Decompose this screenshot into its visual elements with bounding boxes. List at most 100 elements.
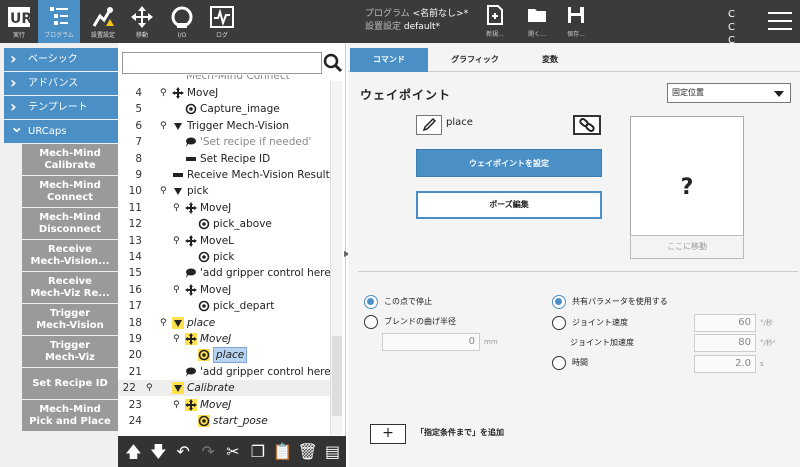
log-tab-button[interactable]: ログ: [204, 0, 240, 43]
sidebar-item-urcap[interactable]: Receive Mech-Vision...: [22, 240, 118, 271]
time-radio[interactable]: [552, 356, 566, 370]
joint-speed-radio[interactable]: [552, 316, 566, 330]
edit-pose-button[interactable]: ポーズ編集: [416, 191, 602, 219]
program-tab-button[interactable]: プログラム: [38, 0, 80, 43]
tree-row[interactable]: 14 pick: [118, 249, 330, 265]
installation-tab-button[interactable]: 設置設定: [84, 0, 122, 43]
run-tab-label: 実行: [12, 32, 25, 39]
sidebar-item-urcap[interactable]: Receive Mech-Viz Re...: [22, 272, 118, 303]
edit-name-button[interactable]: [416, 115, 442, 135]
command-panel: コマンド グラフィック 変数 ウェイポイント 固定位置 place ウェイポイン…: [348, 43, 800, 467]
pin-icon[interactable]: ⚲: [173, 397, 180, 413]
sidebar-item-urcap[interactable]: Mech-Mind Connect: [22, 176, 118, 207]
pin-icon[interactable]: ⚲: [173, 233, 180, 249]
move-down-icon[interactable]: 🡇: [147, 441, 170, 463]
save-file-button[interactable]: 保存...: [560, 4, 592, 38]
blend-radius-radio[interactable]: [364, 315, 378, 329]
tab-graphics[interactable]: グラフィック: [428, 48, 522, 72]
waypoint-icon-yellow: [198, 415, 210, 432]
sidebar-section-basic[interactable]: ベーシック: [4, 47, 118, 71]
tree-scroll-thumb[interactable]: [332, 336, 342, 416]
joint-accel-input[interactable]: 80: [694, 334, 756, 352]
tab-variables[interactable]: 変数: [522, 48, 578, 72]
tab-command[interactable]: コマンド: [350, 48, 428, 72]
tree-row[interactable]: 19 ⚲ MoveJ: [118, 331, 330, 347]
tree-row[interactable]: 10 ⚲ pick: [118, 183, 330, 199]
tree-row[interactable]: 16 ⚲ MoveJ: [118, 282, 330, 298]
tree-row[interactable]: 21 'add gripper control here': [118, 364, 330, 380]
paste-icon[interactable]: 📋: [271, 441, 294, 463]
stop-here-radio[interactable]: [364, 295, 378, 309]
sidebar-item-urcap[interactable]: Mech-Mind Disconnect: [22, 208, 118, 239]
tree-line-number: 21: [128, 365, 142, 378]
pin-icon[interactable]: ⚲: [160, 118, 167, 134]
tree-row[interactable]: 8 Set Recipe ID: [118, 151, 330, 167]
time-label: 時間: [572, 358, 588, 367]
sidebar-item-label: Mech-Vision: [36, 319, 104, 331]
link-button[interactable]: [573, 115, 601, 135]
search-icon[interactable]: [323, 52, 343, 74]
sidebar-section-urcaps[interactable]: URCaps: [4, 115, 118, 143]
save-file-label: 保存...: [567, 31, 585, 38]
sidebar-item-urcap[interactable]: Mech-Mind Pick and Place: [22, 400, 118, 431]
tree-row[interactable]: 7 'Set recipe if needed': [118, 134, 330, 150]
tree-row[interactable]: 4 ⚲ MoveJ: [118, 85, 330, 101]
move-tab-button[interactable]: 移動: [124, 0, 160, 43]
new-file-button[interactable]: 新規...: [479, 4, 511, 38]
run-tab-button[interactable]: UR 実行: [0, 0, 38, 43]
tree-row[interactable]: 6 ⚲ Trigger Mech-Vision: [118, 118, 330, 134]
joint-speed-unit: °/秒: [760, 319, 773, 327]
joint-accel-label: ジョイント加速度: [570, 338, 634, 347]
pin-icon[interactable]: ⚲: [173, 200, 180, 216]
add-until-button[interactable]: +: [370, 424, 406, 444]
hamburger-menu-icon[interactable]: [768, 12, 792, 32]
tree-row[interactable]: 15 'add gripper control here': [118, 265, 330, 281]
pin-icon[interactable]: ⚲: [173, 331, 180, 347]
blend-radius-input[interactable]: 0: [382, 333, 480, 351]
delete-icon[interactable]: 🗑: [296, 441, 319, 463]
suppress-icon[interactable]: ▤: [321, 441, 344, 463]
sidebar-section-advanced[interactable]: アドバンス: [4, 71, 118, 95]
tree-row-label: 'Set recipe if needed': [200, 136, 312, 149]
sidebar-item-urcap[interactable]: Trigger Mech-Viz: [22, 336, 118, 367]
cut-icon[interactable]: ✂: [222, 441, 245, 463]
tree-row[interactable]: 22 ⚲ Calibrate: [118, 380, 330, 397]
tree-row[interactable]: 23 ⚲ MoveJ: [118, 397, 330, 413]
position-type-select[interactable]: 固定位置: [667, 83, 791, 103]
tree-row[interactable]: 5 Capture_image: [118, 101, 330, 117]
tree-row[interactable]: 12 pick_above: [118, 216, 330, 232]
move-up-icon[interactable]: 🡅: [122, 441, 145, 463]
pin-icon[interactable]: ⚲: [160, 85, 167, 101]
tree-row[interactable]: 13 ⚲ MoveL: [118, 233, 330, 249]
tree-row[interactable]: 17 pick_depart: [118, 298, 330, 314]
tree-row[interactable]: 11 ⚲ MoveJ: [118, 200, 330, 216]
tree-row[interactable]: 20 place: [118, 347, 330, 364]
set-waypoint-button[interactable]: ウェイポイントを設定: [416, 149, 602, 177]
sidebar-item-urcap[interactable]: Mech-Mind Calibrate: [22, 144, 118, 175]
copy-icon[interactable]: ❐: [246, 441, 269, 463]
sidebar-item-urcap[interactable]: Set Recipe ID: [22, 368, 118, 399]
tree-row[interactable]: 9 Receive Mech-Vision Result: [118, 167, 330, 183]
position-type-value: 固定位置: [672, 88, 704, 97]
sidebar-item-label: Mech-Mind: [39, 403, 101, 415]
pin-icon[interactable]: ⚲: [160, 183, 167, 199]
tree-search-input[interactable]: [122, 52, 322, 74]
joint-speed-input[interactable]: 60: [694, 314, 756, 332]
tree-row[interactable]: 24 start_pose: [118, 413, 330, 429]
undo-icon[interactable]: ↶: [172, 441, 195, 463]
time-input[interactable]: 2.0: [694, 355, 756, 373]
tree-scrollbar[interactable]: [330, 81, 342, 435]
shared-params-radio[interactable]: [552, 295, 566, 309]
redo-icon[interactable]: ↷: [197, 441, 220, 463]
sidebar-item-label: Set Recipe ID: [32, 377, 108, 389]
io-tab-button[interactable]: I/O: [164, 0, 200, 43]
move-here-button[interactable]: ここに移動: [630, 235, 744, 259]
pin-icon[interactable]: ⚲: [160, 315, 167, 331]
pin-icon[interactable]: ⚲: [173, 282, 180, 298]
pin-icon[interactable]: ⚲: [146, 380, 153, 396]
sidebar-item-urcap[interactable]: Trigger Mech-Vision: [22, 304, 118, 335]
open-file-button[interactable]: 開く...: [521, 4, 553, 38]
installation-name: default*: [403, 22, 441, 32]
tree-row[interactable]: 18 ⚲ place: [118, 315, 330, 331]
svg-text:UR: UR: [10, 11, 32, 27]
